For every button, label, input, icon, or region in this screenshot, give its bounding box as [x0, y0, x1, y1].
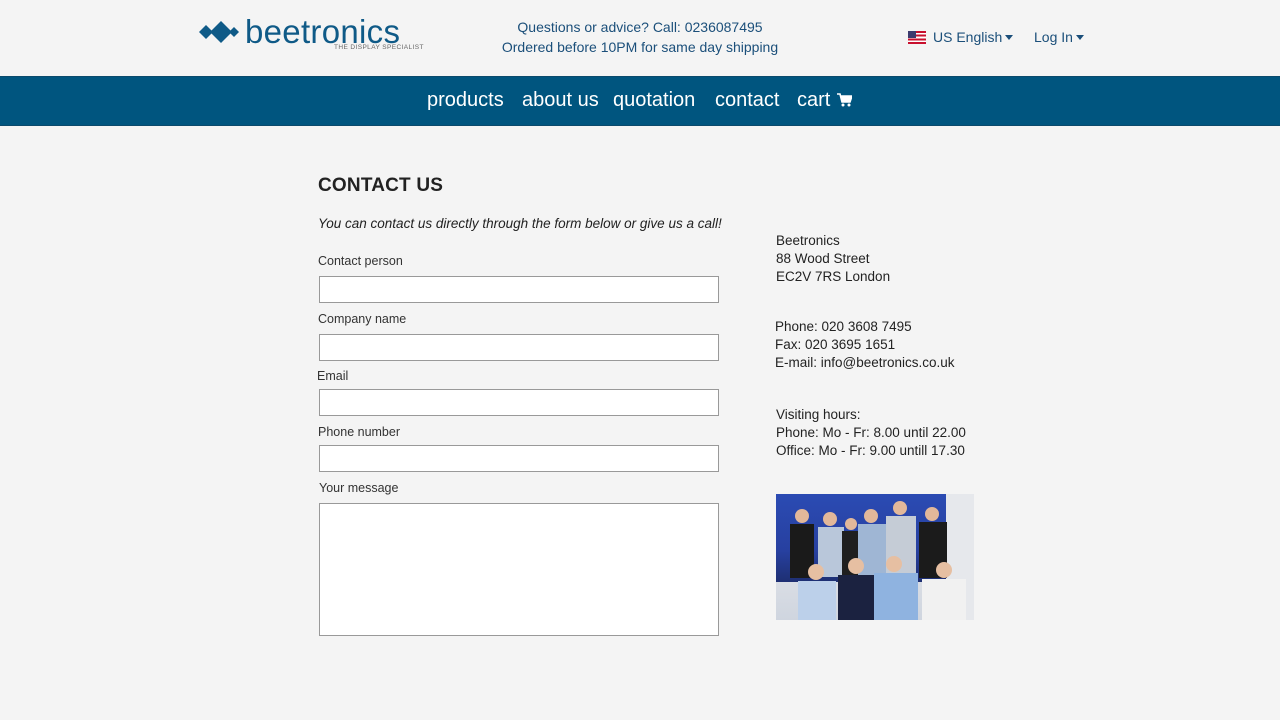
main-navigation: products about us quotation contact cart: [0, 76, 1280, 126]
email-label: Email: [317, 369, 349, 383]
company-name-field-box: [319, 334, 719, 361]
email-input[interactable]: [320, 390, 718, 415]
contact-person-field-box: [319, 276, 719, 303]
street-text: 88 Wood Street: [776, 251, 870, 266]
contact-person-label: Contact person: [318, 254, 403, 268]
nav-contact[interactable]: contact: [715, 88, 779, 112]
nav-cart-label: cart: [797, 89, 831, 111]
caret-down-icon: [1005, 34, 1014, 40]
message-label: Your message: [319, 481, 399, 495]
message-textarea[interactable]: [320, 504, 718, 635]
address-block: Beetronics 88 Wood Street EC2V 7RS Londo…: [776, 232, 890, 286]
beetronics-logo[interactable]: beetronics THE DISPLAY SPECIALIST: [199, 14, 423, 56]
phone-hours-text: Phone: Mo - Fr: 8.00 until 22.00: [776, 425, 966, 440]
phone-number-input[interactable]: [320, 446, 718, 471]
fax-text: Fax: 020 3695 1651: [775, 337, 896, 352]
nav-cart[interactable]: cart: [797, 88, 853, 112]
caret-down-icon: [1075, 34, 1084, 40]
phone-number-label: Phone number: [318, 425, 401, 439]
nav-quotation[interactable]: quotation: [613, 88, 695, 112]
logo-tagline: THE DISPLAY SPECIALIST: [334, 44, 424, 51]
nav-about-us[interactable]: about us: [522, 88, 599, 112]
phone-number-field-box: [319, 445, 719, 472]
team-photo: [776, 494, 974, 620]
us-flag-icon: [908, 30, 926, 44]
intro-text: You can contact us directly through the …: [318, 216, 722, 231]
shopping-cart-icon: [837, 93, 853, 107]
contact-details-block: Phone: 020 3608 7495 Fax: 020 3695 1651 …: [775, 318, 955, 372]
company-name-input[interactable]: [320, 335, 718, 360]
login-label: Log In: [1034, 29, 1073, 45]
contact-person-input[interactable]: [320, 277, 718, 302]
company-name-label: Company name: [318, 312, 407, 326]
company-name-text: Beetronics: [776, 233, 840, 248]
nav-products[interactable]: products: [427, 88, 504, 112]
message-field-box: [319, 503, 719, 636]
page-title: CONTACT US: [318, 175, 444, 196]
diamond-logo-icon: [199, 21, 239, 43]
email-text[interactable]: E-mail: info@beetronics.co.uk: [775, 354, 955, 372]
shipping-info-text: Ordered before 10PM for same day shippin…: [501, 39, 779, 55]
language-label: US English: [933, 29, 1003, 45]
city-text: EC2V 7RS London: [776, 269, 891, 284]
visiting-hours-block: Visiting hours: Phone: Mo - Fr: 8.00 unt…: [776, 406, 966, 460]
email-field-box: [319, 389, 719, 416]
office-hours-text: Office: Mo - Fr: 9.00 untill 17.30: [776, 443, 965, 458]
language-selector[interactable]: US English: [908, 27, 1014, 47]
phone-advice-text: Questions or advice? Call: 0236087495: [517, 19, 763, 35]
top-header: beetronics THE DISPLAY SPECIALIST Questi…: [0, 0, 1280, 76]
visiting-hours-heading: Visiting hours:: [776, 407, 861, 422]
phone-text: Phone: 020 3608 7495: [775, 319, 912, 334]
login-dropdown[interactable]: Log In: [1034, 27, 1084, 47]
